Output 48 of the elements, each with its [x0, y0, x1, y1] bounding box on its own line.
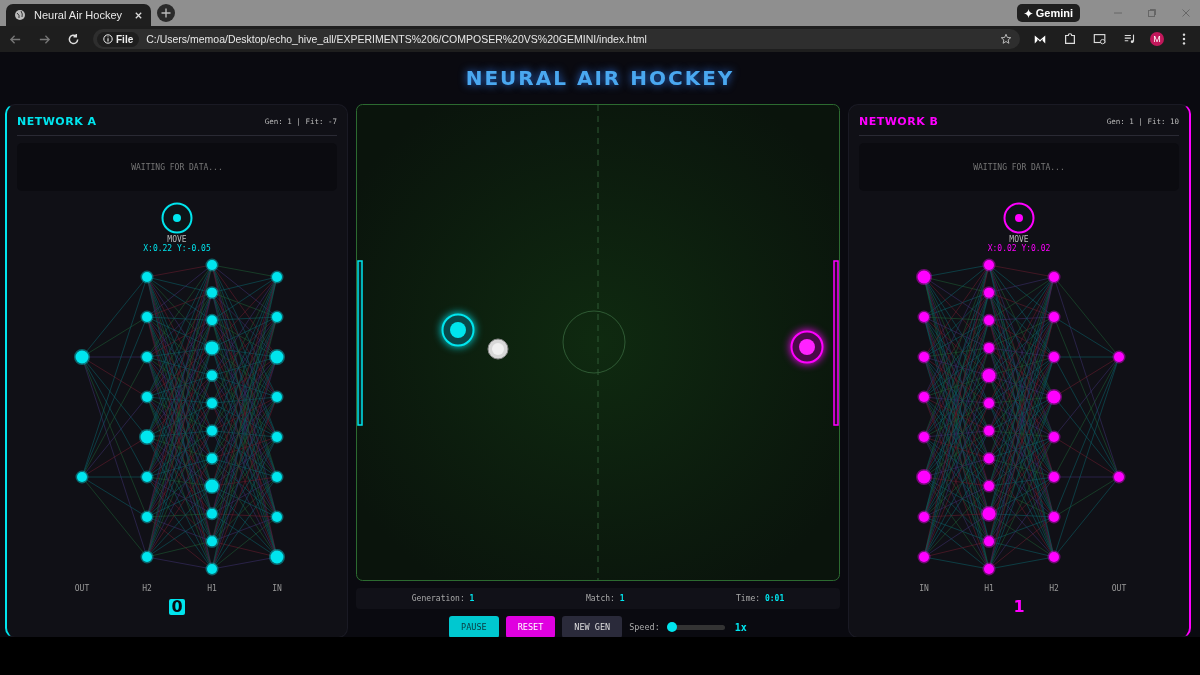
paddle: [441, 313, 475, 347]
browser-tab[interactable]: Neural Air Hockey: [6, 4, 151, 26]
address-bar[interactable]: File C:/Users/memoa/Desktop/echo_hive_all/EXPERIMENTS%206/COMPOSER%20VS%20GEMINI/index.html: [93, 29, 1020, 49]
layer-label: IN: [919, 584, 929, 593]
layer-label: H2: [1049, 584, 1059, 593]
info-icon: [103, 34, 113, 44]
url-text: C:/Users/memoa/Desktop/echo_hive_all/EXPERIMENTS%206/COMPOSER%20VS%20GEMINI/index.html: [146, 33, 648, 45]
output-value: X:0.02 Y:0.02: [987, 244, 1051, 253]
output-label: MOVE: [1009, 235, 1029, 244]
file-chip[interactable]: File: [97, 31, 140, 47]
profile-avatar[interactable]: M: [1150, 32, 1164, 46]
status-box: WAITING FOR DATA...: [17, 143, 337, 191]
media-icon[interactable]: [1123, 32, 1137, 46]
pause-button[interactable]: PAUSE: [449, 616, 499, 637]
score: 1: [1012, 599, 1026, 615]
globe-icon: [14, 9, 26, 21]
reset-button[interactable]: RESET: [505, 616, 556, 637]
layer-label: H1: [207, 584, 217, 593]
network-title: NETWORK A: [17, 114, 97, 128]
score: 0: [169, 599, 185, 615]
speed-slider[interactable]: [666, 624, 725, 630]
layer-label: OUT: [1111, 584, 1127, 593]
game-title: NEURAL AIR HOCKEY: [464, 66, 736, 92]
puck: [487, 338, 509, 360]
new-tab-icon[interactable]: [157, 4, 175, 22]
layer-label: OUT: [74, 584, 90, 593]
sparkle-icon: [1023, 8, 1033, 18]
paddle: [790, 330, 824, 364]
layer-label: IN: [272, 584, 282, 593]
output-value: X:0.22 Y:-0.05: [143, 244, 211, 253]
reload-icon[interactable]: [67, 32, 80, 46]
speed-label: Speed:: [629, 622, 660, 632]
layer-label: H2: [142, 584, 152, 593]
star-icon[interactable]: [1000, 33, 1012, 45]
output-indicator-icon: [161, 202, 193, 234]
output-indicator-icon: [1003, 202, 1035, 234]
stat-text: Match: 1: [585, 594, 625, 603]
new-gen-button[interactable]: NEW GEN: [562, 616, 623, 637]
gemini-button[interactable]: Gemini: [1016, 4, 1080, 22]
speed-reading: 1x: [734, 621, 747, 633]
output-label: MOVE: [167, 235, 187, 244]
layer-label: H1: [984, 584, 994, 593]
status-box: WAITING FOR DATA...: [859, 143, 1179, 191]
stat-text: Generation: 1: [411, 594, 475, 603]
screen-search-icon[interactable]: [1093, 32, 1107, 46]
network-title: NETWORK B: [859, 114, 939, 128]
slider-thumb[interactable]: [666, 621, 677, 632]
stat-text: Time: 0:01: [736, 594, 785, 603]
